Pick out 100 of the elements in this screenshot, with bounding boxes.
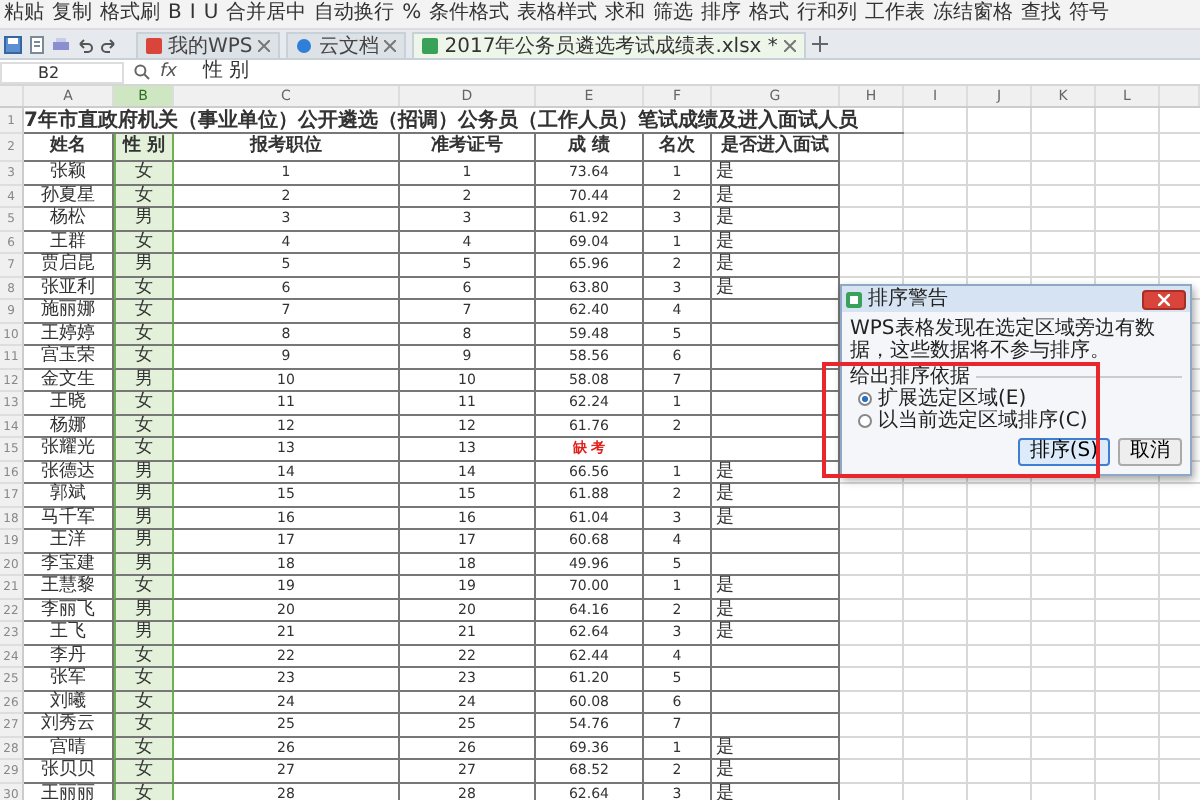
table-cell: 是: [712, 507, 840, 530]
close-icon[interactable]: [783, 40, 796, 52]
sheet-title: 7年市直政府机关（事业单位）公开遴选（招调）公务员（工作人员）笔试成绩及进入面试人员: [24, 110, 858, 132]
table-cell: 男: [114, 622, 174, 645]
table-cell: [712, 553, 840, 576]
radio-label[interactable]: 扩展选定区域(E): [878, 388, 1027, 410]
table-cell: 女: [114, 576, 174, 599]
close-icon: [1158, 293, 1170, 305]
tab[interactable]: 云文档: [286, 32, 407, 58]
tab[interactable]: 我的WPS: [136, 32, 281, 58]
toolbar-button[interactable]: 工作表: [861, 2, 930, 26]
table-cell: 是: [712, 484, 840, 507]
table-cell: 男: [114, 599, 174, 622]
toolbar-button[interactable]: 求和: [601, 2, 650, 26]
table-cell: 女: [114, 714, 174, 737]
table-cell: 是: [712, 783, 840, 800]
column-heading: 成 绩: [536, 134, 644, 162]
redo-icon[interactable]: [100, 35, 118, 53]
table-cell: 男: [114, 530, 174, 553]
tab-label: 云文档: [318, 33, 379, 59]
table-cell: 是: [712, 162, 840, 185]
search-icon[interactable]: [134, 64, 150, 80]
table-cell: 男: [114, 254, 174, 277]
toolbar-button[interactable]: 查找: [1017, 2, 1066, 26]
dialog-message: WPS表格发现在选定区域旁边有数据，这些数据将不参与排序。: [850, 318, 1157, 362]
column-heading: 报考职位: [174, 134, 400, 162]
toolbar-button[interactable]: B: [164, 2, 186, 26]
cell-reference-field[interactable]: B2: [0, 61, 124, 83]
toolbar-button[interactable]: 格式: [745, 2, 794, 26]
table-cell: 是: [712, 737, 840, 760]
toolbar-button[interactable]: 粘贴: [0, 2, 48, 26]
toolbar-button[interactable]: U: [199, 2, 223, 26]
table-cell: 男: [114, 369, 174, 392]
table-cell: 是: [712, 599, 840, 622]
table-cell: 女: [114, 760, 174, 783]
close-icon[interactable]: [384, 40, 397, 52]
radio-button[interactable]: [858, 414, 872, 428]
table-cell: 是: [712, 231, 840, 254]
table-cell: 女: [114, 737, 174, 760]
toolbar-button[interactable]: 合并居中: [222, 2, 311, 26]
radio-label[interactable]: 以当前选定区域排序(C): [878, 410, 1088, 432]
column-heading: 是否进入面试: [712, 134, 840, 162]
print-icon[interactable]: [52, 35, 70, 53]
table-cell: 女: [114, 415, 174, 438]
formula-content[interactable]: 性 别: [187, 60, 250, 84]
cancel-button[interactable]: 取消: [1118, 438, 1182, 466]
toolbar-button[interactable]: 筛选: [649, 2, 698, 26]
table-cell: 是: [712, 461, 840, 484]
group-label: 给出排序依据: [850, 366, 970, 388]
table-cell: 男: [114, 507, 174, 530]
table-cell: [712, 668, 840, 691]
table-cell: 女: [114, 392, 174, 415]
spreadsheet-icon: [422, 38, 439, 54]
undo-icon[interactable]: [76, 35, 94, 53]
table-cell: 女: [114, 185, 174, 208]
toolbar-button[interactable]: 格式刷: [96, 2, 164, 26]
table-cell: 是: [712, 622, 840, 645]
table-cell: 女: [114, 277, 174, 300]
table-cell: 女: [114, 645, 174, 668]
table-cell: 男: [114, 208, 174, 231]
toolbar-button[interactable]: 行和列: [793, 2, 862, 26]
column-heading: 准考证号: [400, 134, 536, 162]
save-icon[interactable]: [4, 35, 22, 53]
table-cell: [644, 438, 712, 461]
toolbar-button[interactable]: 符号: [1065, 2, 1114, 26]
column-heading: 名次: [644, 134, 712, 162]
table-cell: 女: [114, 346, 174, 369]
table-cell: [712, 691, 840, 714]
table-cell: 女: [114, 323, 174, 346]
close-button[interactable]: [1142, 289, 1186, 309]
plus-icon[interactable]: [811, 36, 828, 52]
close-icon[interactable]: [258, 40, 271, 52]
table-cell: 是: [712, 185, 840, 208]
toolbar-button[interactable]: 表格样式: [513, 2, 602, 26]
toolbar-button[interactable]: 排序: [697, 2, 746, 26]
column-heading: 性 别: [114, 134, 174, 162]
toolbar-button[interactable]: 冻结窗格: [929, 2, 1018, 26]
table-cell: 女: [114, 300, 174, 323]
table-cell: 女: [114, 691, 174, 714]
table-cell: 女: [114, 438, 174, 461]
table-cell: 是: [712, 208, 840, 231]
sort-button[interactable]: 排序(S): [1017, 438, 1110, 466]
table-cell: 男: [114, 553, 174, 576]
tab[interactable]: 2017年公务员遴选考试成绩表.xlsx *: [412, 32, 806, 58]
table-cell: 男: [114, 461, 174, 484]
toolbar-button[interactable]: 条件格式: [425, 2, 514, 26]
table-cell: 女: [114, 162, 174, 185]
dialog-title: 排序警告: [868, 288, 950, 310]
radio-button[interactable]: [858, 392, 872, 406]
function-button[interactable]: fx: [160, 60, 177, 84]
table-cell: 是: [712, 760, 840, 783]
table-cell: 男: [114, 484, 174, 507]
toolbar-button[interactable]: 自动换行: [310, 2, 399, 26]
tab-label: 2017年公务员遴选考试成绩表.xlsx *: [444, 33, 778, 59]
toolbar-button[interactable]: %: [398, 2, 426, 26]
toolbar-button[interactable]: I: [185, 2, 200, 26]
toolbar-button[interactable]: 复制: [48, 2, 96, 26]
table-cell: 是: [712, 576, 840, 599]
document-icon[interactable]: [28, 35, 46, 53]
table-cell: 是: [712, 254, 840, 277]
